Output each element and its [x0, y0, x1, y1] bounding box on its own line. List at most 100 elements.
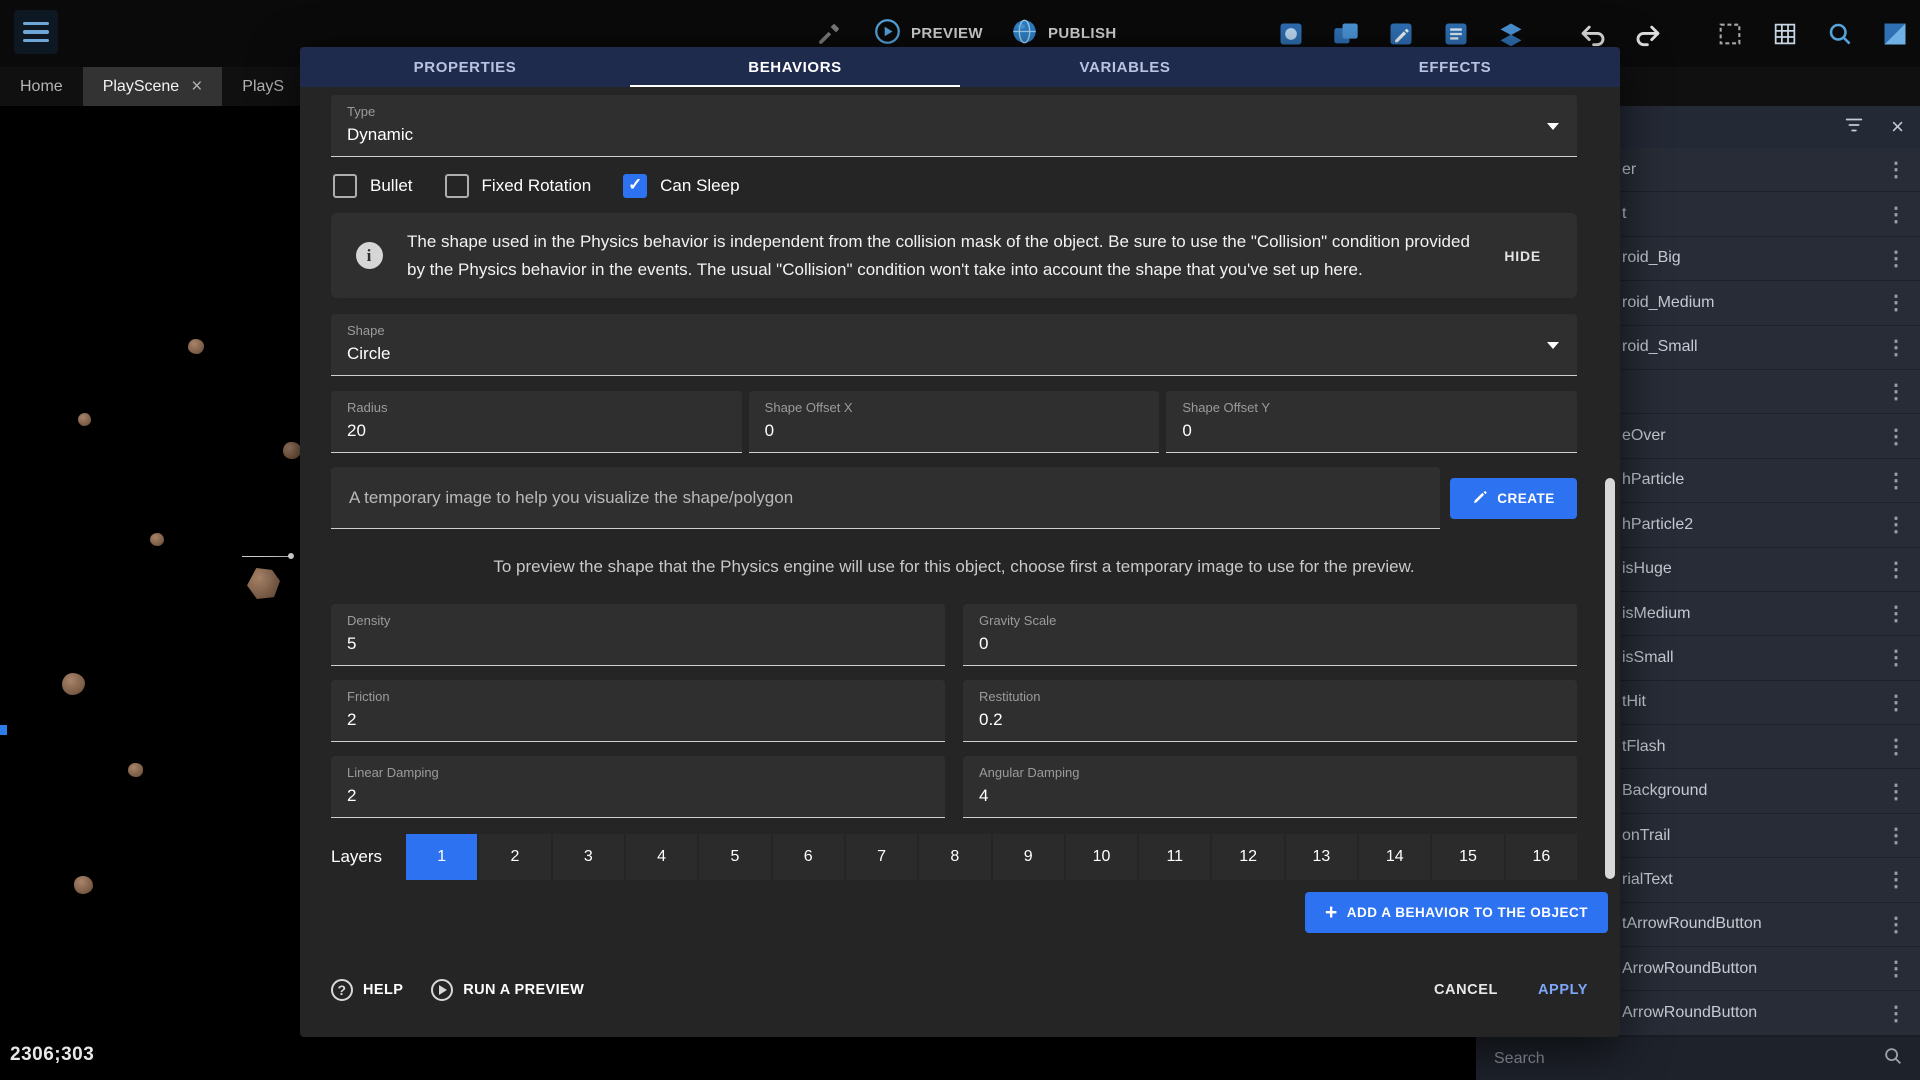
- objects-editor-icon[interactable]: [1274, 17, 1308, 51]
- restitution-field[interactable]: Restitution 0.2: [963, 680, 1577, 742]
- apply-button[interactable]: APPLY: [1538, 982, 1588, 998]
- item-menu-icon[interactable]: [1886, 157, 1906, 182]
- selection-handle[interactable]: [0, 725, 7, 735]
- layer-button[interactable]: 1: [406, 834, 477, 880]
- layer-button[interactable]: 4: [626, 834, 697, 880]
- cancel-button[interactable]: CANCEL: [1434, 982, 1498, 998]
- zoom-icon[interactable]: [1823, 17, 1857, 51]
- layer-button[interactable]: 14: [1359, 834, 1430, 880]
- close-tab-icon[interactable]: [191, 77, 202, 96]
- tab-home[interactable]: Home: [0, 67, 83, 106]
- friction-field[interactable]: Friction 2: [331, 680, 945, 742]
- asteroid-sprite[interactable]: [150, 533, 164, 546]
- item-menu-icon[interactable]: [1886, 779, 1906, 804]
- add-behavior-button[interactable]: ADD A BEHAVIOR TO THE OBJECT: [1305, 892, 1608, 933]
- layer-button[interactable]: 16: [1506, 834, 1577, 880]
- create-button[interactable]: CREATE: [1450, 478, 1577, 519]
- grid-icon[interactable]: [1768, 17, 1802, 51]
- object-groups-icon[interactable]: [1329, 17, 1363, 51]
- item-menu-icon[interactable]: [1886, 379, 1906, 404]
- filter-icon[interactable]: [1843, 114, 1865, 141]
- shape-select[interactable]: Shape Circle: [331, 314, 1577, 376]
- hide-button[interactable]: HIDE: [1504, 248, 1541, 264]
- layer-button[interactable]: 7: [846, 834, 917, 880]
- item-menu-icon[interactable]: [1886, 424, 1906, 449]
- item-menu-icon[interactable]: [1886, 335, 1906, 360]
- angular-damping-field[interactable]: Angular Damping 4: [963, 756, 1577, 818]
- layers-editor-icon[interactable]: [1494, 17, 1528, 51]
- type-select[interactable]: Type Dynamic: [331, 95, 1577, 157]
- redo-icon[interactable]: [1631, 17, 1665, 51]
- item-menu-icon[interactable]: [1886, 867, 1906, 892]
- mask-icon[interactable]: [1878, 17, 1912, 51]
- close-panel-icon[interactable]: [1891, 116, 1904, 138]
- layer-button[interactable]: 8: [919, 834, 990, 880]
- tab-playscene[interactable]: PlayScene: [83, 67, 223, 106]
- item-menu-icon[interactable]: [1886, 601, 1906, 626]
- item-menu-icon[interactable]: [1886, 1001, 1906, 1026]
- item-menu-icon[interactable]: [1886, 645, 1906, 670]
- tools-icon[interactable]: [812, 17, 846, 51]
- asteroid-sprite[interactable]: [247, 568, 280, 599]
- fixed-rotation-checkbox[interactable]: Fixed Rotation: [445, 174, 592, 198]
- asteroid-sprite[interactable]: [78, 413, 91, 426]
- layer-button[interactable]: 9: [993, 834, 1064, 880]
- item-menu-icon[interactable]: [1886, 690, 1906, 715]
- layer-button[interactable]: 3: [553, 834, 624, 880]
- layer-button[interactable]: 13: [1286, 834, 1357, 880]
- dialog-tab[interactable]: VARIABLES: [960, 47, 1290, 87]
- radius-field[interactable]: Radius 20: [331, 391, 742, 453]
- temp-image-input[interactable]: [347, 487, 1424, 509]
- item-menu-icon[interactable]: [1886, 823, 1906, 848]
- shape-offset-x-field[interactable]: Shape Offset X 0: [749, 391, 1160, 453]
- layer-button[interactable]: 5: [699, 834, 770, 880]
- item-menu-icon[interactable]: [1886, 512, 1906, 537]
- field-label: Shape Offset X: [765, 400, 1144, 415]
- linear-damping-field[interactable]: Linear Damping 2: [331, 756, 945, 818]
- item-menu-icon[interactable]: [1886, 956, 1906, 981]
- can-sleep-checkbox[interactable]: Can Sleep: [623, 174, 739, 198]
- item-menu-icon[interactable]: [1886, 290, 1906, 315]
- gravity-scale-field[interactable]: Gravity Scale 0: [963, 604, 1577, 666]
- layer-button[interactable]: 15: [1432, 834, 1503, 880]
- dialog-tab-label: BEHAVIORS: [748, 59, 841, 76]
- undo-icon[interactable]: [1576, 17, 1610, 51]
- bullet-checkbox[interactable]: Bullet: [333, 174, 413, 198]
- run-preview-button[interactable]: RUN A PREVIEW: [431, 979, 584, 1001]
- dialog-scrollbar[interactable]: [1605, 478, 1615, 879]
- item-menu-icon[interactable]: [1886, 246, 1906, 271]
- asteroid-sprite[interactable]: [283, 442, 301, 459]
- item-menu-icon[interactable]: [1886, 734, 1906, 759]
- item-menu-icon[interactable]: [1886, 202, 1906, 227]
- help-button[interactable]: HELP: [331, 979, 403, 1001]
- density-field[interactable]: Density 5: [331, 604, 945, 666]
- preview-button[interactable]: PREVIEW: [874, 18, 983, 49]
- asteroid-sprite[interactable]: [128, 763, 143, 777]
- layer-button[interactable]: 11: [1139, 834, 1210, 880]
- dialog-tab[interactable]: BEHAVIORS: [630, 47, 960, 87]
- footer-right: CANCEL APPLY: [1434, 982, 1588, 998]
- checkbox-label: Bullet: [370, 176, 413, 196]
- density-gravity-row: Density 5 Gravity Scale 0: [331, 604, 1577, 666]
- edit-scene-icon[interactable]: [1384, 17, 1418, 51]
- capture-frame-icon[interactable]: [1713, 17, 1747, 51]
- shape-offset-y-field[interactable]: Shape Offset Y 0: [1166, 391, 1577, 453]
- layer-button[interactable]: 12: [1212, 834, 1283, 880]
- item-menu-icon[interactable]: [1886, 912, 1906, 937]
- layer-button[interactable]: 2: [479, 834, 550, 880]
- layer-button[interactable]: 10: [1066, 834, 1137, 880]
- hamburger-menu-icon[interactable]: [14, 10, 58, 54]
- instances-list-icon[interactable]: [1439, 17, 1473, 51]
- layer-button[interactable]: 6: [773, 834, 844, 880]
- dialog-tab[interactable]: PROPERTIES: [300, 47, 630, 87]
- dialog-tab[interactable]: EFFECTS: [1290, 47, 1620, 87]
- item-menu-icon[interactable]: [1886, 557, 1906, 582]
- asteroid-sprite[interactable]: [62, 673, 85, 695]
- asteroid-sprite[interactable]: [188, 339, 204, 354]
- objects-search-input[interactable]: [1492, 1049, 1882, 1069]
- publish-button[interactable]: PUBLISH: [1011, 18, 1117, 49]
- tab-playscene-events[interactable]: PlayS: [222, 67, 304, 106]
- object-name: ArrowRoundButton: [1622, 960, 1757, 978]
- item-menu-icon[interactable]: [1886, 468, 1906, 493]
- asteroid-sprite[interactable]: [74, 876, 93, 894]
